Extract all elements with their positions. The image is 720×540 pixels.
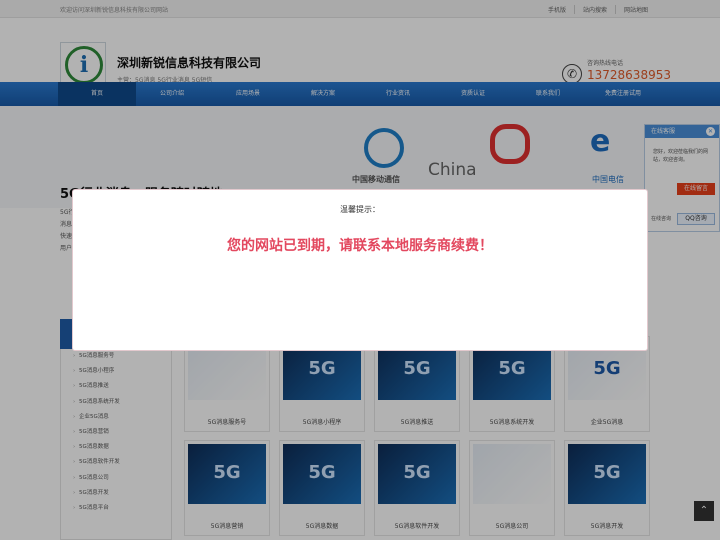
expiry-dialog: 温馨提示： 您的网站已到期，请联系本地服务商续费！: [72, 189, 648, 351]
dialog-title: 温馨提示：: [340, 205, 380, 214]
dialog-message: 您的网站已到期，请联系本地服务商续费！: [227, 238, 493, 254]
